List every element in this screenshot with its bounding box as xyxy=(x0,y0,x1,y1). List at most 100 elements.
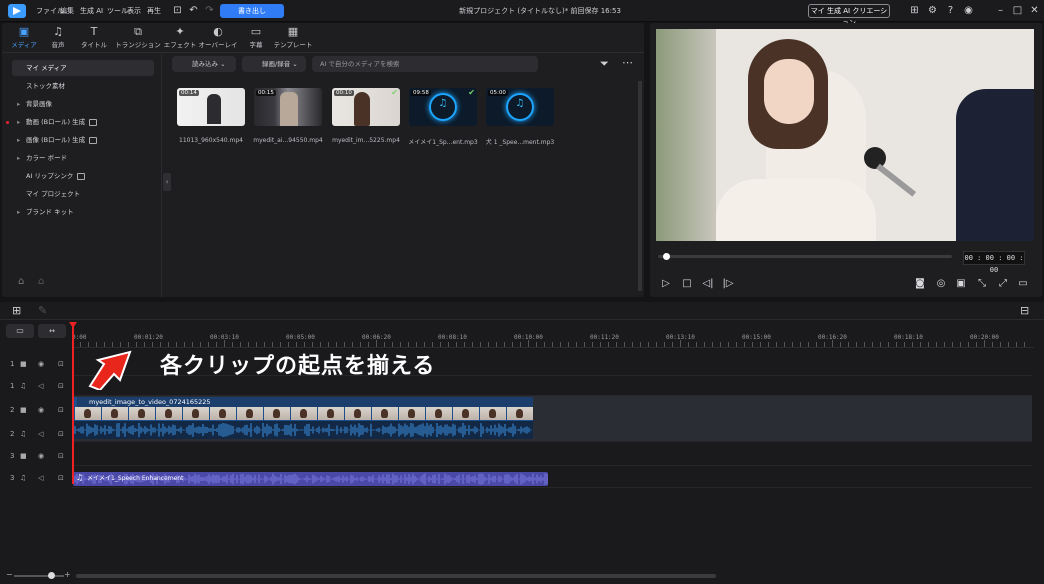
timeline: ▭ ↔ 0:00 00:01:20 00:03:10 00:05:00 00:06:20… xyxy=(0,320,1044,584)
lock-icon[interactable]: ⊡ xyxy=(58,474,64,482)
lock-icon[interactable]: ⊡ xyxy=(58,452,64,460)
lock-icon[interactable]: ⊡ xyxy=(58,382,64,390)
duration-badge: 05:00 xyxy=(488,90,508,96)
tab-template[interactable]: ▦ テンプレート xyxy=(270,25,316,53)
sidebar-item-my-media[interactable]: マイ メディア xyxy=(12,60,154,76)
account-icon[interactable]: ◉ xyxy=(963,5,974,16)
save-icon[interactable]: ⊡ xyxy=(172,5,183,16)
zoom-slider-handle[interactable] xyxy=(48,572,55,579)
ruler-tick xyxy=(472,342,473,347)
aspect-ratio-icon[interactable]: ▭ xyxy=(1017,278,1029,290)
track-number: 2 xyxy=(10,406,15,414)
menu-view[interactable]: 表示 xyxy=(127,6,141,16)
next-frame-icon[interactable]: |▷ xyxy=(722,278,734,290)
pen-icon[interactable]: ✎ xyxy=(38,304,47,317)
sidebar-item-video-broll[interactable]: ▸ 動画 (Bロール) 生成 xyxy=(12,114,154,130)
ruler-tick xyxy=(280,342,281,347)
minimize-icon[interactable]: – xyxy=(995,5,1006,16)
edit-tools-icon[interactable]: ⊞ xyxy=(12,304,21,317)
media-item-thumb[interactable]: 00:14 xyxy=(177,88,245,126)
person-shirt xyxy=(716,179,876,241)
media-scrollbar[interactable] xyxy=(638,81,642,291)
gear-icon[interactable]: ⚙ xyxy=(927,5,938,16)
ruler-tick xyxy=(720,342,721,347)
timeline-scrollbar[interactable] xyxy=(76,574,716,578)
timeline-ruler[interactable]: 0:00 00:01:20 00:03:10 00:05:00 00:06:20 00:0… xyxy=(72,328,1034,348)
sidebar-item-background[interactable]: ▸ 背景画像 xyxy=(12,96,154,112)
play-icon[interactable]: ▷ xyxy=(660,278,672,290)
media-item-thumb[interactable]: 00:15 xyxy=(254,88,322,126)
zoom-fit-icon[interactable]: ⤡ xyxy=(976,278,988,290)
ai-creation-button[interactable]: マイ 生成 AI クリエーション xyxy=(808,4,890,27)
sidebar-item-brand-kit[interactable]: ▸ ブランド キット xyxy=(12,204,154,220)
maximize-icon[interactable]: □ xyxy=(1012,5,1023,16)
fullscreen-icon[interactable]: ⤢ xyxy=(997,278,1009,290)
timeline-settings-icon[interactable]: ⊟ xyxy=(1020,304,1029,317)
tag-icon[interactable]: ⌂ xyxy=(18,276,24,287)
volume-icon[interactable]: ◁ xyxy=(38,474,43,482)
media-item-thumb[interactable]: ♫ 05:00 xyxy=(486,88,554,126)
untag-icon[interactable]: ⌂ xyxy=(38,276,44,287)
zoom-slider-track[interactable] xyxy=(14,575,64,577)
playhead[interactable] xyxy=(72,324,74,484)
lock-icon[interactable]: ⊡ xyxy=(58,406,64,414)
prev-frame-icon[interactable]: ◁| xyxy=(702,278,714,290)
zoom-out-icon[interactable]: − xyxy=(6,570,13,579)
media-panel: ▣ メディア ♫ 音声 T タイトル ⧉ トランジション ✦ エフェクト ◐ オーバーレイ … xyxy=(2,23,644,297)
media-item-thumb[interactable]: ♫ 09:58 ✔ xyxy=(409,88,477,126)
tab-transition[interactable]: ⧉ トランジション xyxy=(114,25,162,53)
redo-icon[interactable]: ↷ xyxy=(204,5,215,16)
sidebar-item-stock[interactable]: ストック素材 xyxy=(12,78,154,94)
visibility-icon[interactable]: ◉ xyxy=(38,406,44,414)
ruler-tick xyxy=(360,342,361,347)
layout-icon[interactable]: ⊞ xyxy=(909,5,920,16)
menu-tools[interactable]: ツール xyxy=(107,6,128,16)
snapshot-icon[interactable]: ◙ xyxy=(914,278,926,290)
sidebar-item-image-broll[interactable]: ▸ 画像 (Bロール) 生成 xyxy=(12,132,154,148)
display-icon[interactable]: ▣ xyxy=(955,278,967,290)
audio-track-icon: ♫ xyxy=(20,382,27,390)
sidebar-item-color-board[interactable]: ▸ カラー ボード xyxy=(12,150,154,166)
help-icon[interactable]: ? xyxy=(945,5,956,16)
undo-icon[interactable]: ↶ xyxy=(188,5,199,16)
volume-icon[interactable]: ◁ xyxy=(38,382,43,390)
collapse-sidebar-button[interactable]: ‹ xyxy=(163,173,171,191)
track-manager-button[interactable]: ▭ xyxy=(6,324,34,338)
preview-quality-icon[interactable]: ◎ xyxy=(935,278,947,290)
import-button[interactable]: 読み込み ⌄ xyxy=(172,56,236,72)
stop-icon[interactable]: □ xyxy=(681,278,693,290)
menu-gen-ai[interactable]: 生成 AI xyxy=(80,6,103,16)
track-header: 2 ■ ◉ ⊡ xyxy=(6,402,72,422)
volume-icon[interactable]: ◁ xyxy=(38,430,43,438)
export-button[interactable]: 書き出し xyxy=(220,4,284,18)
preview-scrubber[interactable] xyxy=(658,255,952,258)
lock-icon[interactable]: ⊡ xyxy=(58,430,64,438)
ruler-tick xyxy=(600,342,601,347)
record-button[interactable]: 録画/録音 ⌄ xyxy=(242,56,306,72)
ruler-tick xyxy=(728,342,729,347)
fit-timeline-button[interactable]: ↔ xyxy=(38,324,66,338)
scrubber-handle[interactable] xyxy=(663,253,670,260)
menu-edit[interactable]: 編集 xyxy=(60,6,74,16)
playhead-handle[interactable] xyxy=(69,322,77,328)
zoom-in-icon[interactable]: + xyxy=(64,570,71,579)
sidebar-item-lipsync[interactable]: AI リップシンク xyxy=(12,168,154,184)
person-figure xyxy=(207,94,221,124)
media-item-thumb[interactable]: 00:10 ✔ xyxy=(332,88,400,126)
menu-play[interactable]: 再生 xyxy=(147,6,161,16)
visibility-icon[interactable]: ◉ xyxy=(38,360,44,368)
track-row xyxy=(72,442,1032,466)
lock-icon[interactable]: ⊡ xyxy=(58,360,64,368)
video-clip[interactable]: myedit_image_to_video_0724165225 xyxy=(73,397,533,439)
tab-title[interactable]: T タイトル xyxy=(72,25,116,53)
sidebar-item-my-project[interactable]: マイ プロジェクト xyxy=(12,186,154,202)
audio-clip[interactable]: ♫ メイメイ1_Speech Enhancement xyxy=(73,472,548,486)
filter-icon[interactable]: ⏷ xyxy=(600,57,609,71)
close-icon[interactable]: ✕ xyxy=(1029,5,1040,16)
media-search-input[interactable]: AI で自分のメディアを検索 xyxy=(312,56,538,72)
visibility-icon[interactable]: ◉ xyxy=(38,452,44,460)
video-preview xyxy=(656,29,1034,241)
ruler-tick xyxy=(520,342,521,347)
ruler-tick xyxy=(864,342,865,347)
more-icon[interactable]: ⋯ xyxy=(622,56,633,69)
